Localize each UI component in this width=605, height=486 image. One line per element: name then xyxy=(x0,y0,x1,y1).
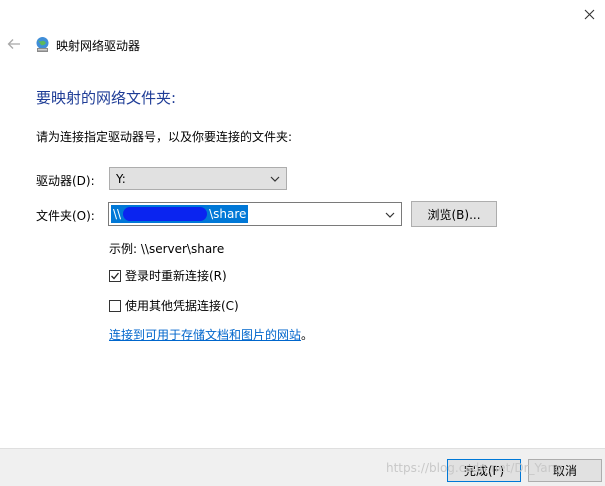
back-arrow-icon xyxy=(7,39,20,49)
cancel-button[interactable]: 取消 xyxy=(528,459,602,482)
redaction-mark xyxy=(123,207,208,221)
dialog-footer: 完成(F) 取消 https://blog.csdn.net/Dr_Yang xyxy=(0,448,605,486)
folder-path-suffix: \share xyxy=(209,207,247,221)
finish-button[interactable]: 完成(F) xyxy=(447,459,521,482)
checkbox-box xyxy=(109,269,121,282)
drive-letter-select[interactable]: Y: xyxy=(109,167,287,190)
other-credentials-checkbox[interactable]: 使用其他凭据连接(C) xyxy=(109,297,239,314)
other-credentials-label: 使用其他凭据连接(C) xyxy=(125,299,239,313)
back-button[interactable] xyxy=(4,34,24,54)
checkbox-box xyxy=(109,299,121,312)
window-title: 映射网络驱动器 xyxy=(56,39,141,53)
folder-path-input[interactable]: \\ \share xyxy=(108,202,402,226)
close-icon xyxy=(584,9,594,19)
example-text: 示例: \\server\share xyxy=(109,242,225,256)
folder-path-value: \\ \share xyxy=(111,205,249,223)
checkmark-icon xyxy=(111,272,120,279)
chevron-down-icon xyxy=(270,176,280,182)
chevron-down-icon xyxy=(385,212,395,218)
website-link-line: 连接到可用于存储文档和图片的网站。 xyxy=(109,326,313,343)
browse-button[interactable]: 浏览(B)... xyxy=(411,201,497,227)
link-suffix: 。 xyxy=(301,328,314,342)
network-drive-icon xyxy=(34,36,51,53)
folder-path-prefix: \\ xyxy=(113,207,122,221)
close-button[interactable] xyxy=(573,0,605,28)
reconnect-label: 登录时重新连接(R) xyxy=(125,269,227,283)
storage-website-link[interactable]: 连接到可用于存储文档和图片的网站 xyxy=(109,328,301,342)
drive-letter-value: Y: xyxy=(116,171,126,186)
drive-label: 驱动器(D): xyxy=(36,174,95,188)
folder-label: 文件夹(O): xyxy=(36,209,95,223)
page-heading: 要映射的网络文件夹: xyxy=(36,89,177,107)
instruction-text: 请为连接指定驱动器号，以及你要连接的文件夹: xyxy=(36,130,293,144)
reconnect-at-signin-checkbox[interactable]: 登录时重新连接(R) xyxy=(109,267,227,284)
